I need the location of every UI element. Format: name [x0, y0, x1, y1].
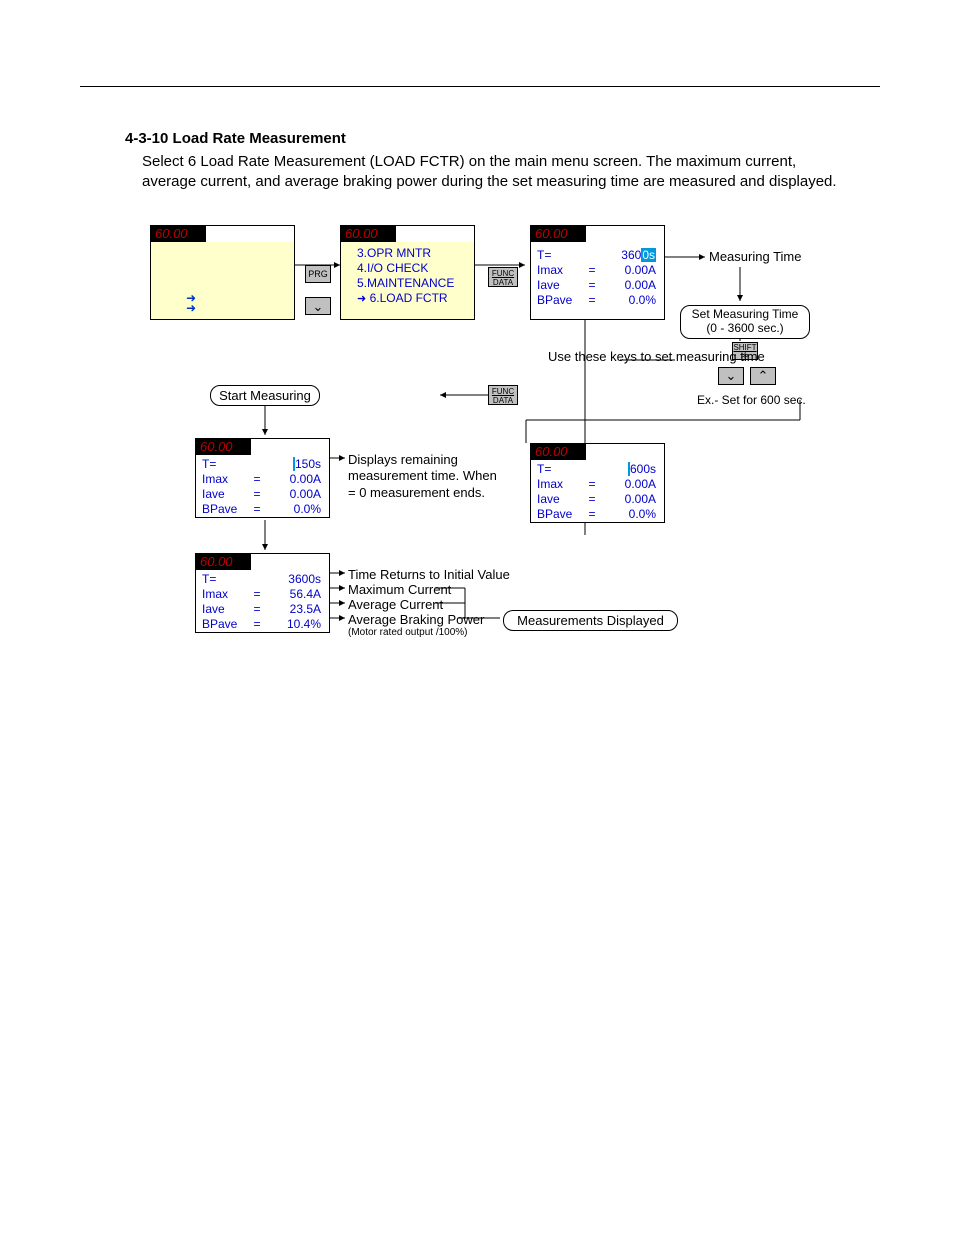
time-returns-label: Time Returns to Initial Value [348, 567, 510, 583]
prg-key[interactable]: PRG [305, 265, 331, 283]
key-usage-note: Use these keys to set measuring time [548, 349, 765, 365]
data-table: T=3600s Imax=0.00A Iave=0.00A BPave=0.0% [537, 248, 662, 308]
func-data-key[interactable]: FUNCDATA [488, 385, 518, 405]
motor-rated-note: (Motor rated output /100%) [348, 627, 468, 640]
menu-item: 3.OPR MNTR [357, 246, 470, 261]
screen-results: 60.00 T=3600s Imax=56.4A Iave=23.5A BPav… [195, 553, 330, 633]
screen-600s: 60.00 T= 600s Imax=0.00A Iave=0.00A BPav… [530, 443, 665, 523]
flow-diagram: 60.00 ➜➜ PRG ⌄ 60.00 3.OPR MNTR 4.I/O CH… [140, 225, 900, 665]
data-table: T= 150s Imax=0.00A Iave=0.00A BPave=0.0% [202, 457, 327, 517]
led-display: 60.00 [151, 226, 206, 242]
menu-cursor-icon: ➜ [357, 293, 366, 305]
example-label: Ex.- Set for 600 sec. [697, 393, 806, 408]
screen-initial: 60.00 ➜➜ [150, 225, 295, 320]
up-key[interactable]: ⌃ [750, 367, 776, 385]
set-time-pill: Set Measuring Time (0 - 3600 sec.) [680, 305, 810, 339]
led-display: 60.00 [531, 444, 586, 460]
cursor-icon: ➜➜ [186, 293, 196, 313]
data-table: T= 600s Imax=0.00A Iave=0.00A BPave=0.0% [537, 462, 662, 522]
led-display: 60.00 [531, 226, 586, 242]
avg-braking-label: Average Braking Power [348, 612, 484, 628]
menu-item: ➜ 6.LOAD FCTR [357, 291, 470, 307]
down-key[interactable]: ⌄ [305, 297, 331, 315]
down-key[interactable]: ⌄ [718, 367, 744, 385]
led-display: 60.00 [196, 554, 251, 570]
measuring-time-label: Measuring Time [709, 249, 801, 265]
menu-item: 5.MAINTENANCE [357, 276, 470, 291]
measurements-displayed-pill: Measurements Displayed [503, 610, 678, 631]
remaining-time-note: Displays remaining measurement time. Whe… [348, 452, 498, 501]
led-display: 60.00 [341, 226, 396, 242]
section-title: 4-3-10 Load Rate Measurement [125, 130, 346, 147]
start-measuring-pill: Start Measuring [210, 385, 320, 406]
menu-item: 4.I/O CHECK [357, 261, 470, 276]
max-current-label: Maximum Current [348, 582, 451, 598]
func-data-key[interactable]: FUNCDATA [488, 267, 518, 287]
led-display: 60.00 [196, 439, 251, 455]
data-table: T=3600s Imax=56.4A Iave=23.5A BPave=10.4… [202, 572, 327, 632]
screen-set-time: 60.00 T=3600s Imax=0.00A Iave=0.00A BPav… [530, 225, 665, 320]
screen-150s: 60.00 T= 150s Imax=0.00A Iave=0.00A BPav… [195, 438, 330, 518]
description: Select 6 Load Rate Measurement (LOAD FCT… [142, 152, 842, 193]
avg-current-label: Average Current [348, 597, 443, 613]
screen-menu: 60.00 3.OPR MNTR 4.I/O CHECK 5.MAINTENAN… [340, 225, 475, 320]
